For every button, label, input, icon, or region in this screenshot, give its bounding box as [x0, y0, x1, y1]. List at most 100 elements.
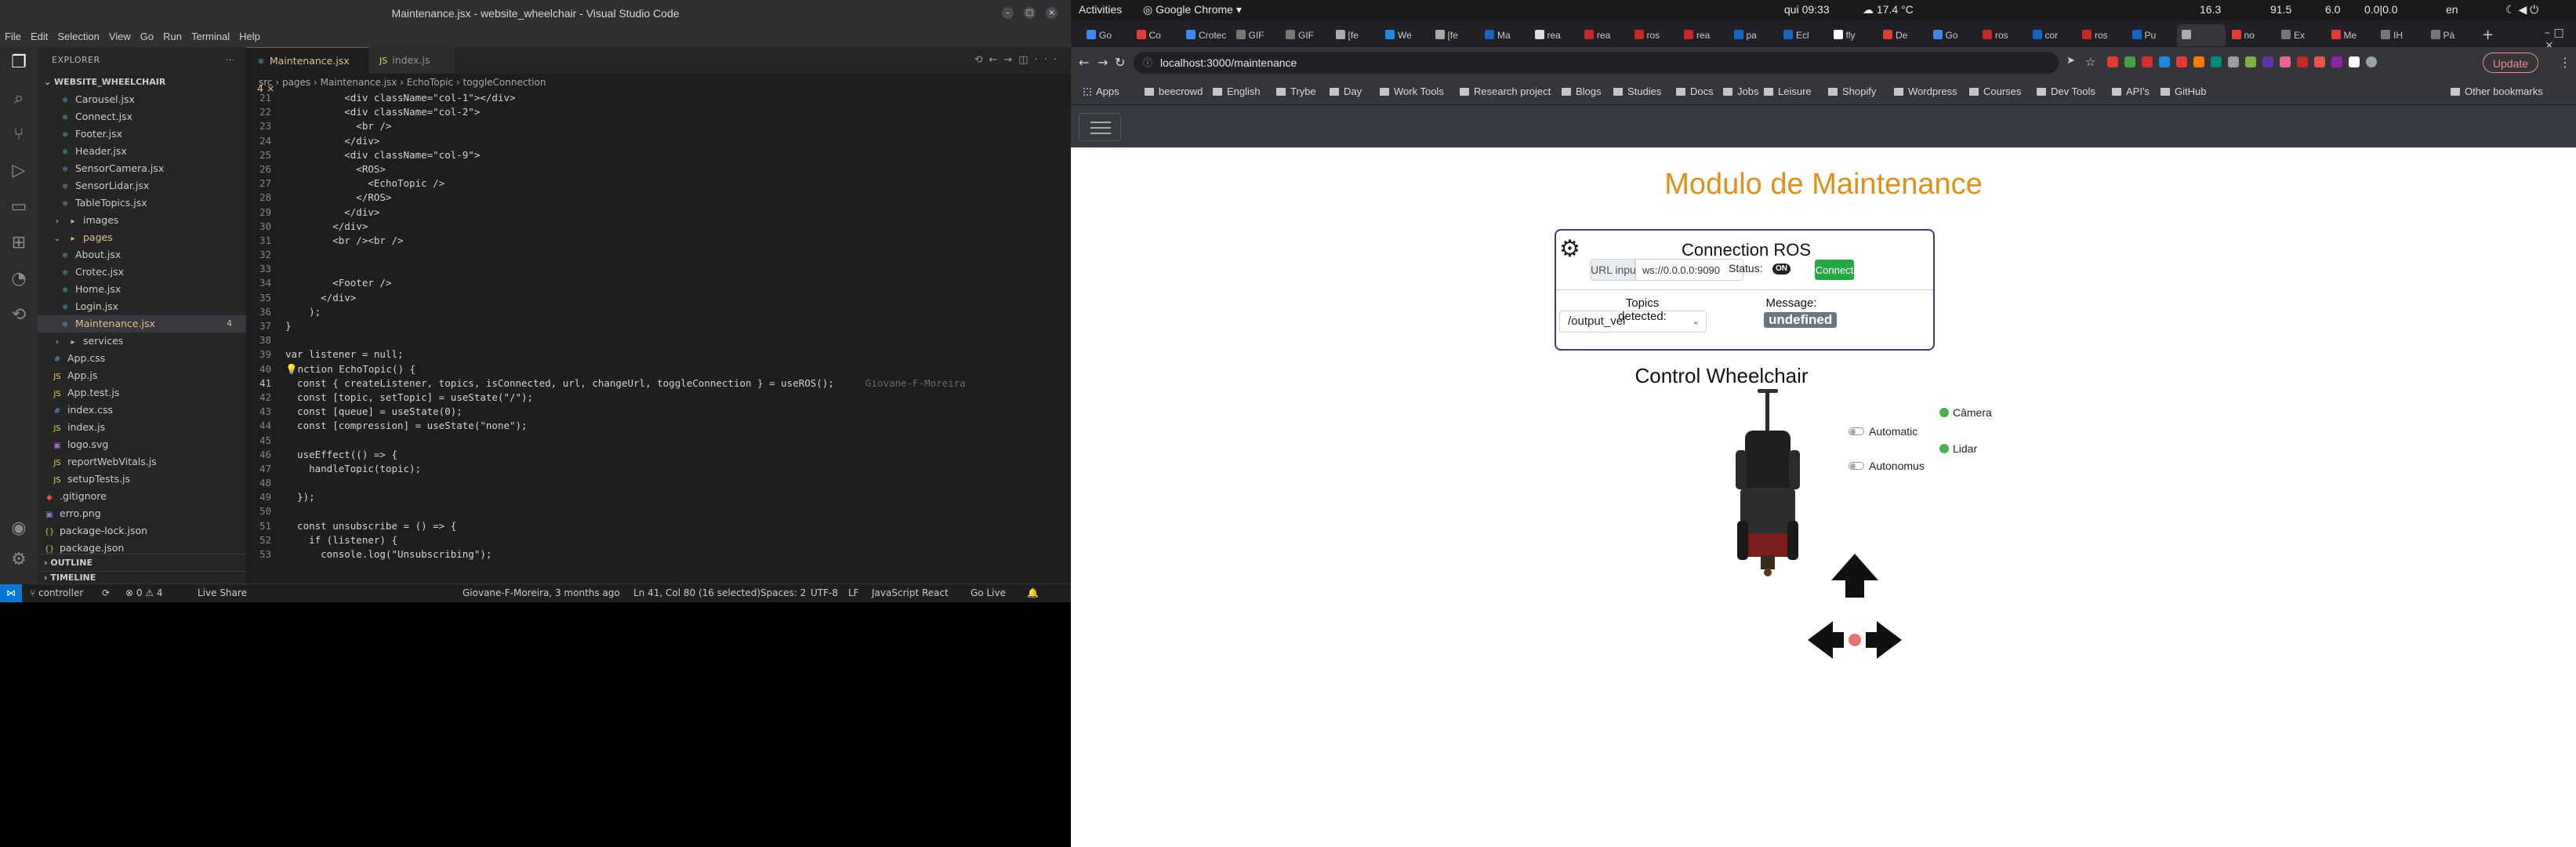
code-line[interactable]: 31 <br /><br />	[246, 234, 1071, 248]
tree-folder[interactable]: ⌄ ▸ pages	[38, 229, 246, 246]
tree-file[interactable]: JS setupTests.js	[38, 471, 246, 488]
account-icon[interactable]: ◉	[8, 518, 30, 540]
tree-file[interactable]: ◆ .gitignore	[38, 488, 246, 505]
extension-icon[interactable]	[2211, 56, 2222, 67]
code-line[interactable]: 45	[246, 434, 1071, 448]
bookmark-item[interactable]: Courses	[1969, 85, 2021, 97]
extension-icon[interactable]	[2297, 56, 2308, 67]
browser-tab[interactable]: Ex	[2277, 24, 2325, 46]
clock[interactable]: qui 09:33	[1784, 3, 1830, 16]
browser-tab[interactable]: rea	[1679, 24, 1728, 46]
code-line[interactable]: 38	[246, 333, 1071, 347]
menu-file[interactable]: File	[0, 27, 26, 46]
tab-index-js[interactable]: JS index.js	[368, 47, 455, 74]
close-icon[interactable]: ×	[1046, 7, 1058, 19]
code-line[interactable]: 37}	[246, 319, 1071, 333]
maximize-icon[interactable]: □	[1024, 7, 1036, 19]
browser-tab[interactable]: Pá	[2426, 24, 2475, 46]
toggle-switch[interactable]	[1849, 462, 1864, 470]
code-line[interactable]: 40 💡nction EchoTopic() {	[246, 362, 1071, 376]
more-actions-icon[interactable]: ···	[226, 47, 235, 74]
extension-icon[interactable]	[2331, 56, 2342, 67]
browser-tab[interactable]: ros	[1978, 24, 2026, 46]
code-line[interactable]: 47 handleTopic(topic);	[246, 462, 1071, 476]
git-branch[interactable]: ⑂ controller	[30, 587, 83, 598]
go-live[interactable]: Go Live	[971, 587, 1006, 598]
code-line[interactable]: 26 <ROS>	[246, 162, 1071, 176]
code-line[interactable]: 51 const unsubscribe = () => {	[246, 519, 1071, 533]
browser-tab[interactable]: GIF	[1232, 24, 1280, 46]
git-blame-status[interactable]: Giovane-F-Moreira, 3 months ago	[463, 587, 620, 598]
indentation[interactable]: Spaces: 2	[760, 587, 806, 598]
profile-avatar[interactable]	[2366, 56, 2377, 67]
code-line[interactable]: 46 useEffect(() => {	[246, 448, 1071, 462]
browser-tab[interactable]: rea	[1580, 24, 1628, 46]
code-line[interactable]: 50	[246, 504, 1071, 518]
extension-icon[interactable]	[2314, 56, 2325, 67]
browser-tab[interactable]: Me	[2327, 24, 2375, 46]
browser-tab[interactable]	[2177, 24, 2226, 46]
live-share-icon[interactable]: ⟲	[8, 304, 30, 326]
extension-icon[interactable]	[2142, 56, 2153, 67]
bookmark-item[interactable]: Dev Tools	[2037, 85, 2095, 97]
code-line[interactable]: 32	[246, 248, 1071, 262]
code-line[interactable]: 33	[246, 262, 1071, 276]
browser-tab[interactable]: Ma	[1480, 24, 1529, 46]
code-line[interactable]: 48	[246, 476, 1071, 490]
code-line[interactable]: 49 });	[246, 490, 1071, 504]
code-line[interactable]: 30 </div>	[246, 220, 1071, 234]
bookmark-item[interactable]: Blogs	[1562, 85, 1602, 97]
app-menu[interactable]: ◎ Google Chrome ▾	[1143, 3, 1242, 16]
code-line[interactable]: 43 const [queue] = useState(0);	[246, 405, 1071, 419]
bookmark-item[interactable]: Trybe	[1276, 85, 1316, 97]
indicator-disk[interactable]: 6.0	[2325, 3, 2340, 16]
browser-tab[interactable]: fly	[1829, 24, 1878, 46]
browser-tab[interactable]: no	[2227, 24, 2276, 46]
extension-icon[interactable]	[2245, 56, 2256, 67]
chrome-menu-icon[interactable]: ⋮	[2559, 55, 2571, 70]
code-line[interactable]: 42 const [topic, setTopic] = useState("/…	[246, 391, 1071, 405]
extension-icon[interactable]	[2228, 56, 2239, 67]
tree-file[interactable]: ⚛ Login.jsx	[38, 298, 246, 315]
activities-button[interactable]: Activities	[1079, 3, 1122, 16]
bookmark-item[interactable]: Leisure	[1764, 85, 1812, 97]
code-line[interactable]: 25 <div className="col-9">	[246, 148, 1071, 162]
extension-icon[interactable]	[2124, 56, 2135, 67]
browser-tab[interactable]: GIF	[1281, 24, 1330, 46]
tree-file[interactable]: ⚛ SensorCamera.jsx	[38, 160, 246, 177]
extensions-icon[interactable]: ⊞	[8, 232, 30, 254]
toggle-automatic[interactable]: Automatic	[1849, 425, 1917, 438]
back-icon[interactable]: ←	[1079, 55, 1089, 70]
code-line[interactable]: 36 );	[246, 305, 1071, 319]
outline-section[interactable]: › OUTLINE	[38, 554, 246, 571]
site-info-icon[interactable]: ⓘ	[1143, 52, 1152, 74]
bookmark-item[interactable]: Day	[1330, 85, 1362, 97]
code-line[interactable]: 41 const { createListener, topics, isCon…	[246, 376, 1071, 391]
indicator-net[interactable]: 0.0|0.0	[2364, 3, 2398, 16]
stop-button-icon[interactable]	[1849, 634, 1861, 646]
github-icon[interactable]: ◔	[8, 268, 30, 290]
tree-file[interactable]: ⚛ About.jsx	[38, 246, 246, 264]
code-line[interactable]: 35 </div>	[246, 291, 1071, 305]
bookmark-item[interactable]: GitHub	[2161, 85, 2206, 97]
other-bookmarks[interactable]: Other bookmarks	[2451, 85, 2543, 97]
topics-select[interactable]: /output_vel ⌄	[1559, 311, 1707, 333]
tree-file[interactable]: JS App.js	[38, 367, 246, 384]
system-tray-icons[interactable]: ☾ ◀ ⏻	[2505, 3, 2538, 16]
arrow-right-icon[interactable]	[1866, 621, 1902, 659]
menu-toggle-icon[interactable]	[1079, 113, 1121, 141]
code-line[interactable]: 39 var listener = null;	[246, 347, 1071, 362]
extension-icon[interactable]	[2280, 56, 2291, 67]
tree-file[interactable]: ⚛ SensorLidar.jsx	[38, 177, 246, 194]
share-icon[interactable]: ➤	[2066, 55, 2075, 67]
browser-tab[interactable]: [fe	[1331, 24, 1380, 46]
go-forward-icon[interactable]: →	[1003, 54, 1018, 66]
problems-indicator[interactable]: ⊗ 0 ⚠ 4	[125, 587, 163, 598]
browser-tab[interactable]: Co	[1132, 24, 1181, 46]
tree-file[interactable]: # index.css	[38, 402, 246, 419]
code-line[interactable]: 34 <Footer />	[246, 276, 1071, 290]
tree-file[interactable]: ⚛ Carousel.jsx	[38, 91, 246, 108]
tree-file[interactable]: ⚛ TableTopics.jsx	[38, 194, 246, 212]
extension-icon[interactable]	[2262, 56, 2273, 67]
bookmark-item[interactable]: Shopify	[1828, 85, 1876, 97]
